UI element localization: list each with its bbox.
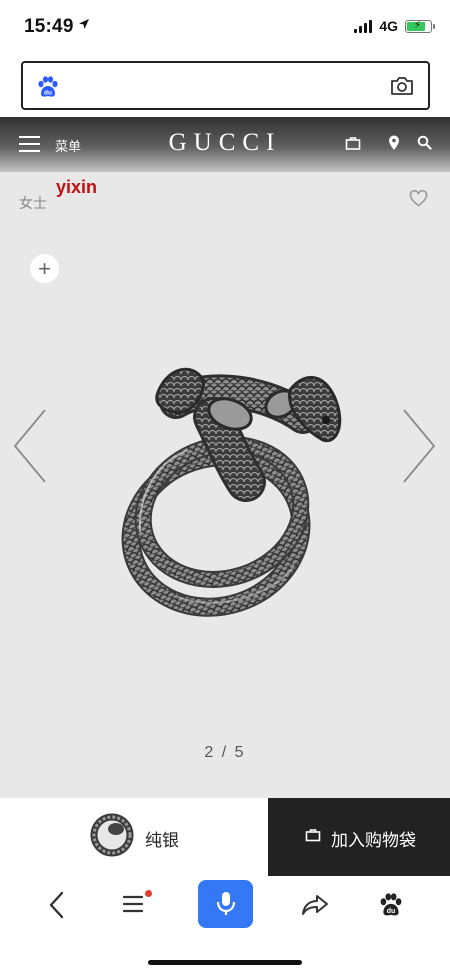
product-image-ring <box>121 367 342 617</box>
list-icon <box>122 895 144 913</box>
signal-icon <box>354 19 373 33</box>
brand-logo[interactable]: GUCCI <box>0 129 450 157</box>
notification-dot <box>145 890 152 897</box>
camera-icon[interactable] <box>390 75 414 97</box>
material-selector[interactable]: 纯银 <box>0 798 268 876</box>
watermark: yixin <box>56 177 98 197</box>
search-icon[interactable] <box>417 135 432 150</box>
shopping-bag-icon <box>305 829 321 842</box>
add-to-bag-label: 加入购物袋 <box>331 831 416 850</box>
share-icon[interactable] <box>301 893 329 917</box>
svg-text:du: du <box>387 908 396 915</box>
baidu-logo[interactable]: du <box>36 75 60 99</box>
back-icon[interactable] <box>46 890 68 920</box>
shopping-bag-icon[interactable] <box>345 135 361 151</box>
battery-icon: ⚡ <box>405 19 435 33</box>
status-time: 15:49 <box>24 16 74 37</box>
material-thumbnail[interactable] <box>90 813 134 857</box>
voice-search-button[interactable] <box>198 880 253 928</box>
site-header: 菜单 GUCCI <box>0 117 450 172</box>
browser-toolbar: du <box>0 876 450 974</box>
network-type: 4G <box>379 18 398 34</box>
svg-text:du: du <box>44 90 52 97</box>
location-arrow-icon <box>79 19 89 29</box>
home-indicator[interactable] <box>148 960 302 965</box>
page-indicator: 2 / 5 <box>204 744 246 761</box>
material-label[interactable]: 纯银 <box>145 826 179 851</box>
chevron-right-icon[interactable] <box>402 408 436 484</box>
plus-icon: + <box>38 255 51 281</box>
search-bar[interactable]: du <box>21 61 430 110</box>
buy-bar: 纯银 加入购物袋 <box>0 798 450 876</box>
heart-icon[interactable] <box>409 190 428 207</box>
zoom-plus-button[interactable]: + <box>30 254 59 283</box>
breadcrumb[interactable]: 女士 <box>19 193 47 213</box>
baidu-paw-icon[interactable]: du <box>378 892 404 918</box>
menu-list-button[interactable] <box>122 890 152 920</box>
status-bar: 15:49 4G ⚡ <box>0 0 450 56</box>
microphone-icon <box>216 892 235 915</box>
add-to-bag-button[interactable]: 加入购物袋 <box>268 798 450 876</box>
location-pin-icon[interactable] <box>388 135 400 151</box>
chevron-left-icon[interactable] <box>13 408 47 484</box>
product-gallery[interactable]: 女士 yixin + 2 / 5 <box>0 172 450 798</box>
